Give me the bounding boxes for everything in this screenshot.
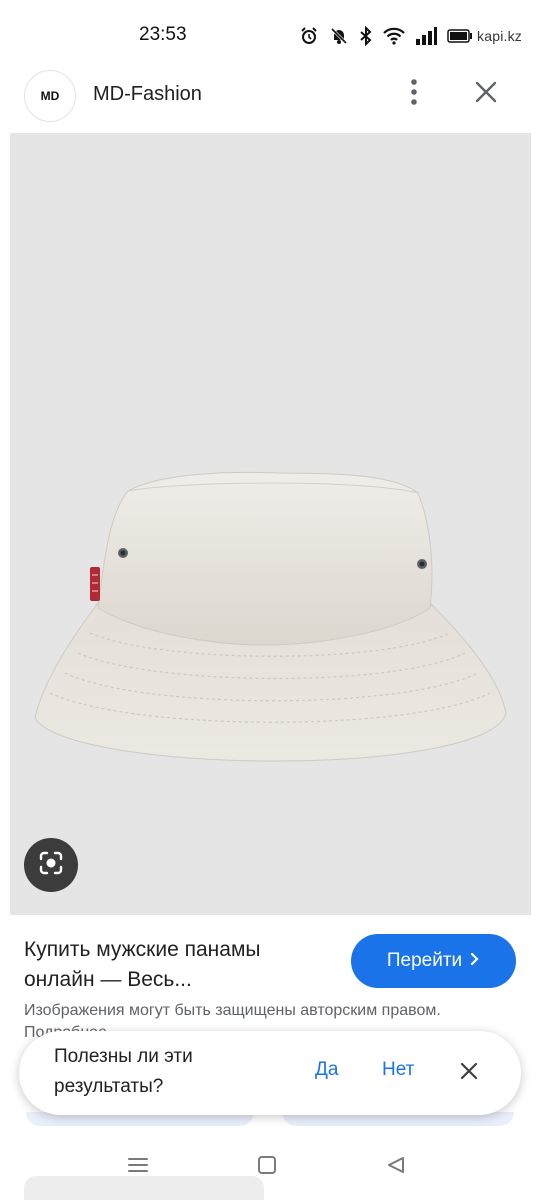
bluetooth-icon bbox=[359, 26, 373, 46]
system-nav-bar bbox=[0, 1140, 540, 1200]
feedback-no-button[interactable]: Нет bbox=[382, 1059, 414, 1081]
feedback-close-button[interactable] bbox=[455, 1059, 483, 1087]
status-icons: kapi.kz bbox=[299, 22, 522, 50]
signal-icon bbox=[415, 26, 438, 46]
wifi-icon bbox=[383, 27, 405, 45]
close-button[interactable] bbox=[464, 74, 508, 114]
close-icon bbox=[460, 1062, 478, 1085]
close-icon bbox=[475, 81, 497, 108]
home-icon bbox=[257, 1155, 277, 1180]
site-name[interactable]: MD-Fashion bbox=[93, 83, 202, 106]
google-lens-icon bbox=[37, 849, 65, 882]
bucket-hat-image bbox=[34, 471, 507, 762]
site-logo[interactable]: MD bbox=[24, 70, 76, 122]
status-time: 23:53 bbox=[139, 24, 187, 45]
viewer-header: MD MD-Fashion bbox=[0, 62, 540, 130]
status-bar: 23:53 kapi.kz bbox=[0, 0, 540, 70]
feedback-question: Полезны ли эти результаты? bbox=[54, 1046, 193, 1097]
battery-icon bbox=[447, 29, 473, 43]
feedback-yes-button[interactable]: Да bbox=[315, 1059, 338, 1081]
back-icon bbox=[386, 1155, 406, 1180]
result-title[interactable]: Купить мужские панамы онлайн — Весь... bbox=[24, 935, 324, 995]
more-options-button[interactable] bbox=[396, 74, 432, 114]
chevron-right-icon bbox=[470, 950, 480, 972]
more-vert-icon bbox=[410, 78, 418, 110]
next-result-thumbnail[interactable] bbox=[24, 1176, 264, 1200]
watermark: kapi.kz bbox=[477, 28, 522, 44]
feedback-card: Полезны ли эти результаты? Да Нет bbox=[19, 1031, 521, 1115]
visit-button[interactable]: Перейти bbox=[351, 934, 516, 988]
alarm-icon bbox=[299, 26, 319, 46]
result-image[interactable] bbox=[10, 133, 531, 915]
visit-button-label: Перейти bbox=[386, 950, 463, 971]
back-button[interactable] bbox=[381, 1154, 411, 1180]
google-lens-button[interactable] bbox=[24, 838, 78, 892]
mute-icon bbox=[329, 26, 349, 46]
